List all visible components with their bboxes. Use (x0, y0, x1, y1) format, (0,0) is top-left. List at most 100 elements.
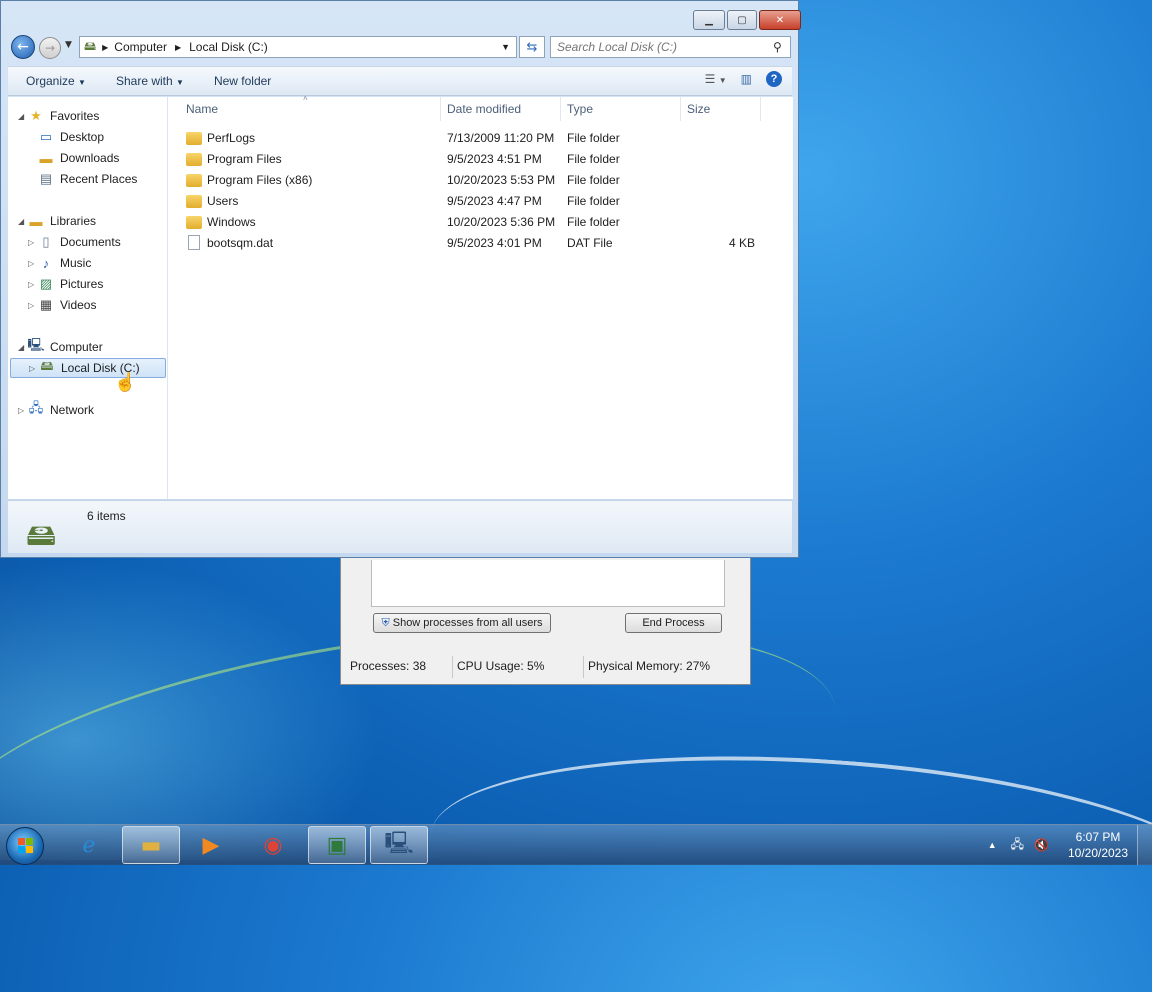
downloads-folder-icon: ▬ (39, 150, 53, 166)
show-all-processes-button[interactable]: ⛨ Show processes from all users (373, 613, 551, 633)
view-options-icon[interactable]: ☰ ▼ (705, 72, 727, 86)
task-manager-window[interactable]: ⛨ Show processes from all users End Proc… (340, 555, 751, 685)
star-icon: ★ (30, 108, 42, 123)
share-with-button[interactable]: Share with ▼ (98, 74, 196, 88)
minimize-button[interactable]: ▁ (693, 10, 725, 30)
caption-buttons: ▁ ▢ ✕ (693, 10, 803, 30)
folder-icon (186, 153, 202, 166)
preview-pane-icon[interactable]: ▥ (741, 72, 752, 86)
folder-icon (186, 216, 202, 229)
maximize-icon: ▢ (737, 14, 747, 26)
address-dropdown-icon[interactable]: ▼ (501, 42, 510, 52)
nav-videos[interactable]: ▷ ▦ Videos (28, 295, 96, 315)
breadcrumb-local-disk[interactable]: Local Disk (C:) (189, 40, 268, 54)
nav-recent-places[interactable]: ▤ Recent Places (38, 169, 138, 189)
nav-pictures[interactable]: ▷ ▨ Pictures (28, 274, 103, 294)
arrow-right-icon: → (44, 41, 56, 55)
nav-downloads[interactable]: ▬ Downloads (38, 148, 120, 168)
new-folder-button[interactable]: New folder (196, 74, 283, 88)
nav-libraries[interactable]: ◢ ▬ Libraries (18, 211, 96, 231)
process-list-area[interactable] (371, 560, 725, 607)
close-icon: ✕ (775, 14, 785, 26)
desktop-icon: ▭ (39, 129, 53, 144)
nav-documents[interactable]: ▷ ▯ Documents (28, 232, 121, 252)
back-button[interactable]: ← (11, 35, 35, 59)
collapsed-triangle-icon[interactable]: ▷ (18, 406, 28, 415)
nav-network[interactable]: ▷ 🖧 Network (18, 400, 94, 420)
media-player-taskbar-button[interactable]: ▶ (182, 826, 240, 864)
end-process-button[interactable]: End Process (625, 613, 722, 633)
file-list[interactable]: Name ˄ Date modified Type Size PerfLogs … (168, 94, 793, 499)
folder-icon (186, 132, 202, 145)
organize-button[interactable]: Organize ▼ (8, 74, 98, 88)
collapsed-triangle-icon[interactable]: ▷ (29, 364, 39, 373)
chrome-icon: ◉ (263, 832, 283, 858)
show-desktop-button[interactable] (1137, 825, 1152, 865)
drive-large-icon: 🖴 (26, 519, 57, 552)
explorer-taskbar-button[interactable]: ▬ (122, 826, 180, 864)
collapsed-triangle-icon[interactable]: ▷ (28, 238, 38, 247)
file-row[interactable]: Program Files 9/5/2023 4:51 PM File fold… (168, 149, 768, 170)
forward-button[interactable]: → (39, 37, 61, 59)
breadcrumb-separator-icon: ▶ (102, 42, 109, 52)
column-header-size[interactable]: Size (681, 97, 761, 121)
nav-favorites[interactable]: ◢ ★ Favorites (18, 106, 99, 126)
address-bar[interactable]: 🖴 ▶ Computer ▶ Local Disk (C:) ▼ (79, 36, 517, 58)
task-manager-taskbar-button[interactable]: ▣ (308, 826, 366, 864)
file-row[interactable]: PerfLogs 7/13/2009 11:20 PM File folder (168, 128, 768, 149)
file-row[interactable]: bootsqm.dat 9/5/2023 4:01 PM DAT File 4 … (168, 233, 768, 254)
command-bar: Organize ▼ Share with ▼ New folder ☰ ▼ ▥… (8, 66, 792, 96)
nav-computer[interactable]: ◢ 🖳 Computer (18, 337, 103, 357)
chevron-down-icon: ▼ (65, 40, 72, 50)
refresh-icon: ⇆ (526, 39, 538, 55)
close-button[interactable]: ✕ (759, 10, 801, 30)
file-row[interactable]: Windows 10/20/2023 5:36 PM File folder (168, 212, 768, 233)
search-icon[interactable]: ⚲ (773, 40, 782, 54)
explorer-window[interactable]: ▁ ▢ ✕ ← → ▼ 🖴 ▶ Computer ▶ Local Disk (C… (0, 0, 801, 558)
local-disk-icon: 🖴 (40, 358, 54, 373)
folder-icon: ▬ (140, 832, 162, 858)
chrome-taskbar-button[interactable]: ◉ (244, 826, 302, 864)
nav-desktop[interactable]: ▭ Desktop (38, 127, 104, 147)
remote-desktop-taskbar-button[interactable]: 🖳 (370, 826, 428, 864)
help-button[interactable]: ? (766, 71, 782, 87)
collapsed-triangle-icon[interactable]: ▷ (28, 280, 38, 289)
network-status-icon[interactable]: 🖧 (1011, 835, 1024, 856)
start-button[interactable] (6, 827, 44, 865)
documents-icon: ▯ (42, 234, 50, 249)
collapsed-triangle-icon[interactable]: ▷ (28, 259, 38, 268)
expanded-triangle-icon[interactable]: ◢ (18, 217, 28, 226)
breadcrumb-separator-icon: ▶ (174, 42, 182, 52)
navigation-bar: ← → ▼ 🖴 ▶ Computer ▶ Local Disk (C:) ▼ ⇆… (9, 34, 793, 60)
column-header-date[interactable]: Date modified (441, 97, 561, 121)
breadcrumb-computer[interactable]: Computer (114, 40, 167, 54)
collapsed-triangle-icon[interactable]: ▷ (28, 301, 38, 310)
recent-pages-dropdown[interactable]: ▼ (65, 40, 72, 50)
file-row[interactable]: Program Files (x86) 10/20/2023 5:53 PM F… (168, 170, 768, 191)
volume-muted-icon[interactable]: 🔇 (1034, 838, 1049, 852)
refresh-button[interactable]: ⇆ (519, 36, 545, 58)
file-row[interactable]: Users 9/5/2023 4:47 PM File folder (168, 191, 768, 212)
folder-icon (186, 174, 202, 187)
nav-music[interactable]: ▷ ♪ Music (28, 253, 91, 273)
music-icon: ♪ (42, 255, 50, 271)
item-count: 6 items (87, 509, 126, 523)
minimize-icon: ▁ (705, 14, 713, 26)
clock[interactable]: 6:07 PM 10/20/2023 (1059, 829, 1137, 861)
column-header-type[interactable]: Type (561, 97, 681, 121)
column-header-name[interactable]: Name ˄ (180, 94, 441, 121)
expanded-triangle-icon[interactable]: ◢ (18, 112, 28, 121)
maximize-button[interactable]: ▢ (727, 10, 757, 30)
notification-area: ▲ 🖧 🔇 6:07 PM 10/20/2023 (988, 825, 1152, 865)
navigation-pane[interactable]: ◢ ★ Favorites ▭ Desktop ▬ Downloads ▤ Re… (8, 97, 168, 499)
recent-places-icon: ▤ (39, 171, 53, 186)
clock-time: 6:07 PM (1075, 830, 1121, 844)
monitor-keyboard-icon: 🖳 (384, 831, 414, 856)
search-input[interactable] (550, 36, 791, 58)
folder-icon (186, 195, 202, 208)
cpu-usage: CPU Usage: 5% (453, 656, 584, 678)
show-hidden-icons-icon[interactable]: ▲ (988, 840, 997, 850)
nav-local-disk[interactable]: ▷ 🖴 Local Disk (C:) (10, 358, 166, 378)
internet-explorer-taskbar-button[interactable]: ℯ (60, 826, 118, 864)
file-icon (188, 235, 200, 250)
